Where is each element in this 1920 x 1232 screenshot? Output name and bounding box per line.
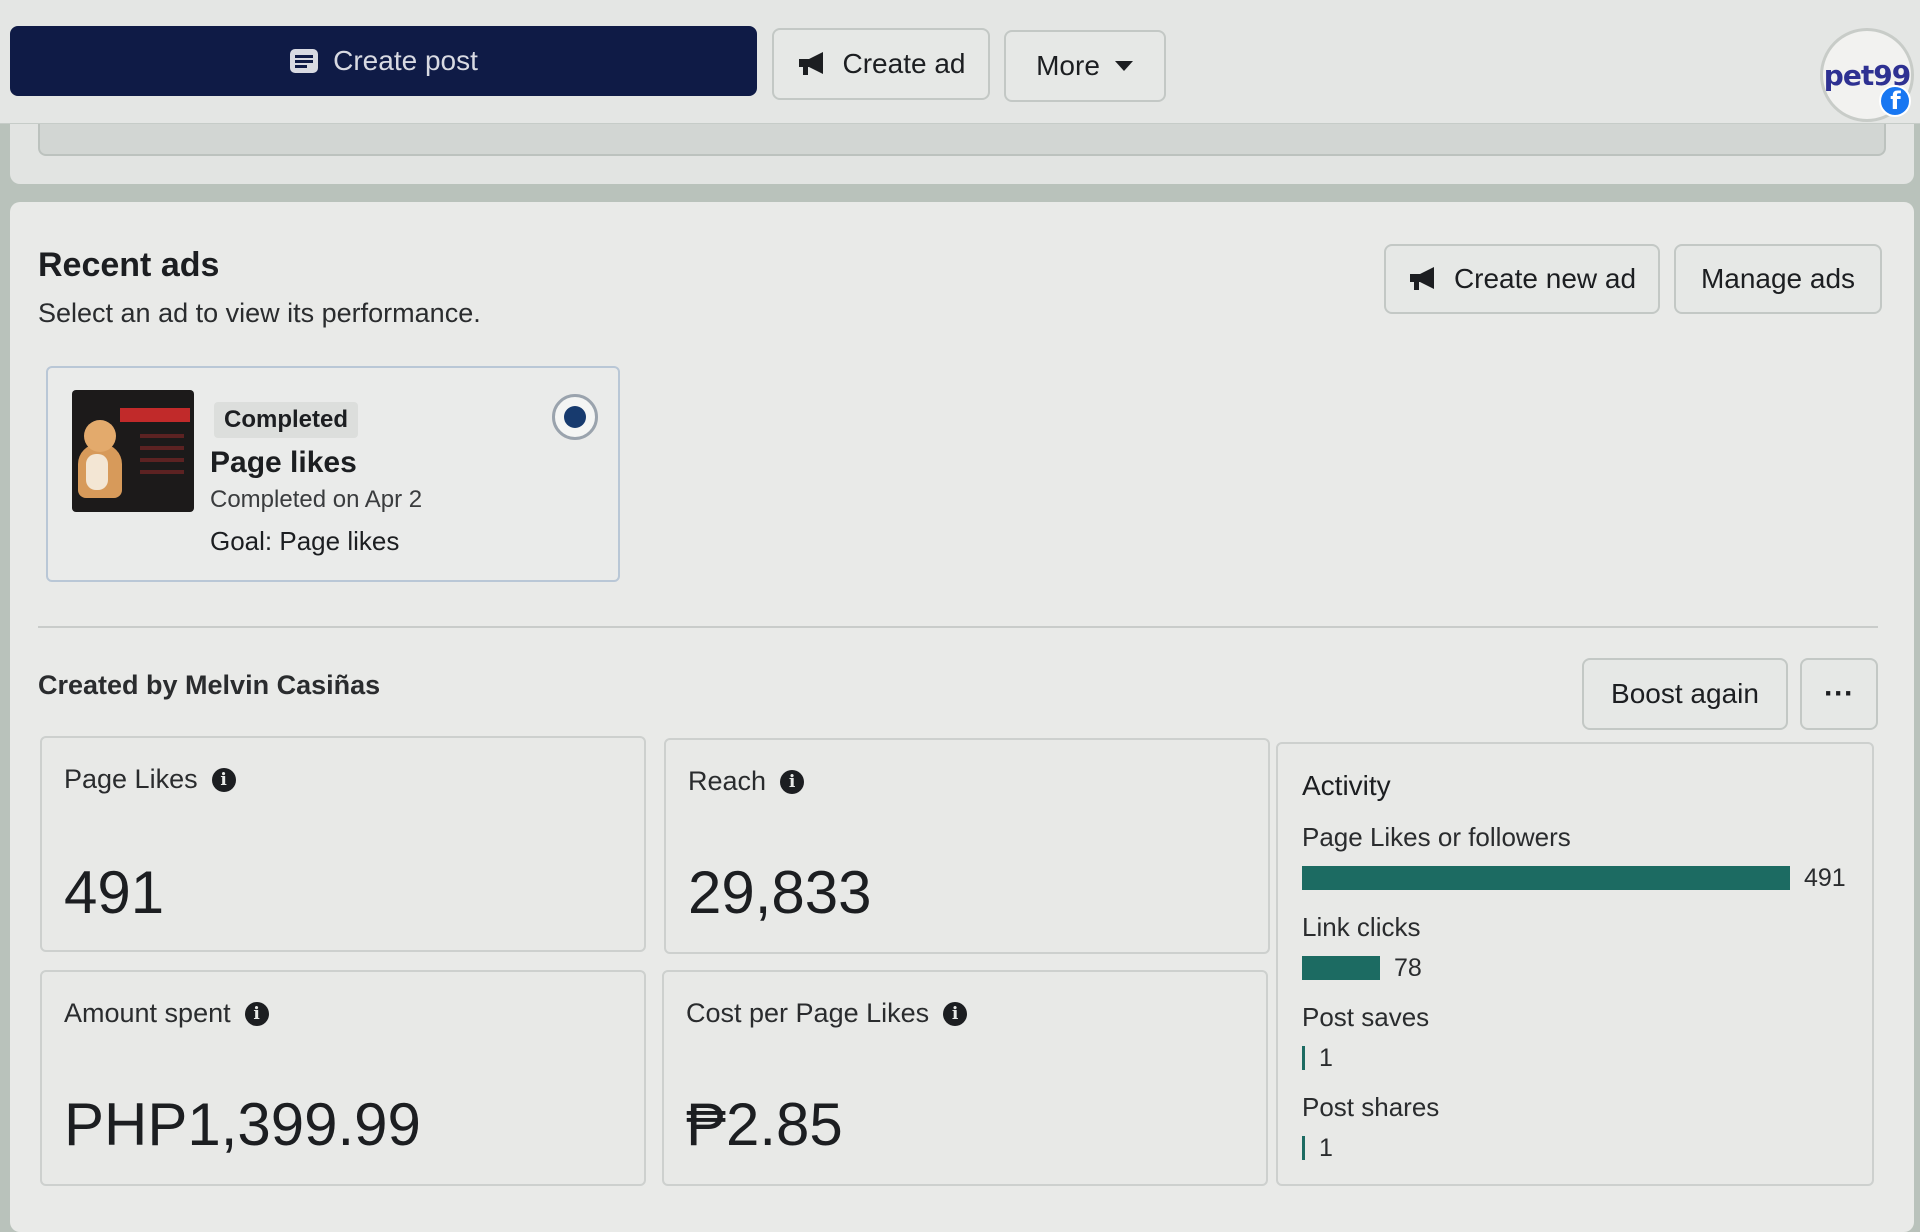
create-new-ad-label: Create new ad xyxy=(1453,263,1637,294)
activity-card: Activity Page Likes or followers 491 Lin… xyxy=(1276,742,1874,1186)
ad-select-radio[interactable] xyxy=(552,394,598,440)
info-icon[interactable]: i xyxy=(211,767,236,792)
activity-bar xyxy=(1302,866,1790,890)
activity-bar xyxy=(1302,1136,1305,1160)
metric-value: PHP1,399.99 xyxy=(64,1091,421,1158)
create-new-ad-button[interactable]: Create new ad xyxy=(1384,244,1660,314)
activity-title: Activity xyxy=(1302,770,1391,801)
activity-row: Page Likes or followers 491 xyxy=(1302,822,1862,892)
manage-ads-label: Manage ads xyxy=(1700,263,1856,294)
create-ad-button[interactable]: Create ad xyxy=(772,28,990,100)
manage-ads-button[interactable]: Manage ads xyxy=(1674,244,1882,314)
activity-bar xyxy=(1302,956,1380,980)
collapsed-section-bar xyxy=(38,124,1886,156)
metric-card-amount-spent: Amount spent i PHP1,399.99 xyxy=(40,970,646,1186)
collapsed-section xyxy=(10,124,1914,184)
ad-goal: Goal: Page likes xyxy=(210,526,400,556)
activity-row: Post saves 1 xyxy=(1302,1002,1862,1072)
more-label: More xyxy=(1036,50,1100,81)
page-avatar[interactable]: pet99 f xyxy=(1820,28,1914,122)
ad-completed-date: Completed on Apr 2 xyxy=(210,486,423,513)
activity-label: Post shares xyxy=(1302,1092,1440,1122)
thumbnail-banner xyxy=(120,408,190,422)
boost-again-label: Boost again xyxy=(1611,678,1759,709)
info-icon[interactable]: i xyxy=(244,1001,269,1026)
metric-value: ₱2.85 xyxy=(686,1091,843,1158)
activity-label: Post saves xyxy=(1302,1002,1430,1032)
activity-label: Link clicks xyxy=(1302,912,1421,942)
post-icon xyxy=(290,49,319,73)
info-icon[interactable]: i xyxy=(943,1001,968,1026)
metric-label: Amount spent xyxy=(64,998,231,1028)
boost-again-button[interactable]: Boost again xyxy=(1582,658,1788,730)
caret-down-icon xyxy=(1114,61,1133,71)
created-by-label: Created by Melvin Casiñas xyxy=(38,670,381,700)
ad-name: Page likes xyxy=(210,446,357,479)
create-post-label: Create post xyxy=(333,45,478,76)
megaphone-icon xyxy=(798,52,823,75)
metric-value: 29,833 xyxy=(688,859,872,926)
more-dropdown-button[interactable]: More xyxy=(1004,30,1166,102)
top-toolbar: Create post Create ad More pet99 f xyxy=(0,0,1920,124)
more-options-button[interactable]: ··· xyxy=(1800,658,1878,730)
activity-value: 491 xyxy=(1804,863,1846,892)
metric-card-reach: Reach i 29,833 xyxy=(664,738,1270,954)
activity-value: 78 xyxy=(1394,953,1422,982)
megaphone-icon xyxy=(1409,267,1434,290)
metric-value: 491 xyxy=(64,859,165,926)
metric-label: Reach xyxy=(688,766,767,796)
activity-bar xyxy=(1302,1046,1305,1070)
facebook-icon: f xyxy=(1879,85,1911,117)
metric-card-cost-per-page-like: Cost per Page Likes i ₱2.85 xyxy=(662,970,1268,1186)
activity-row: Post shares 1 xyxy=(1302,1092,1862,1162)
ad-card[interactable]: Completed Page likes Completed on Apr 2 … xyxy=(46,366,620,582)
create-ad-label: Create ad xyxy=(842,48,966,79)
metric-card-page-likes: Page Likes i 491 xyxy=(40,736,646,952)
activity-value: 1 xyxy=(1319,1133,1333,1162)
recent-ads-subtitle: Select an ad to view its performance. xyxy=(38,298,481,328)
activity-label: Page Likes or followers xyxy=(1302,822,1571,852)
metric-label: Cost per Page Likes xyxy=(686,998,930,1028)
activity-value: 1 xyxy=(1319,1043,1333,1072)
metric-label: Page Likes xyxy=(64,764,198,794)
divider xyxy=(38,626,1878,628)
create-post-button[interactable]: Create post xyxy=(10,26,757,96)
recent-ads-title: Recent ads xyxy=(38,246,220,284)
ad-thumbnail xyxy=(72,390,194,512)
status-badge: Completed xyxy=(214,402,359,438)
info-icon[interactable]: i xyxy=(780,769,805,794)
activity-row: Link clicks 78 xyxy=(1302,912,1862,982)
ellipsis-icon: ··· xyxy=(1824,677,1854,710)
